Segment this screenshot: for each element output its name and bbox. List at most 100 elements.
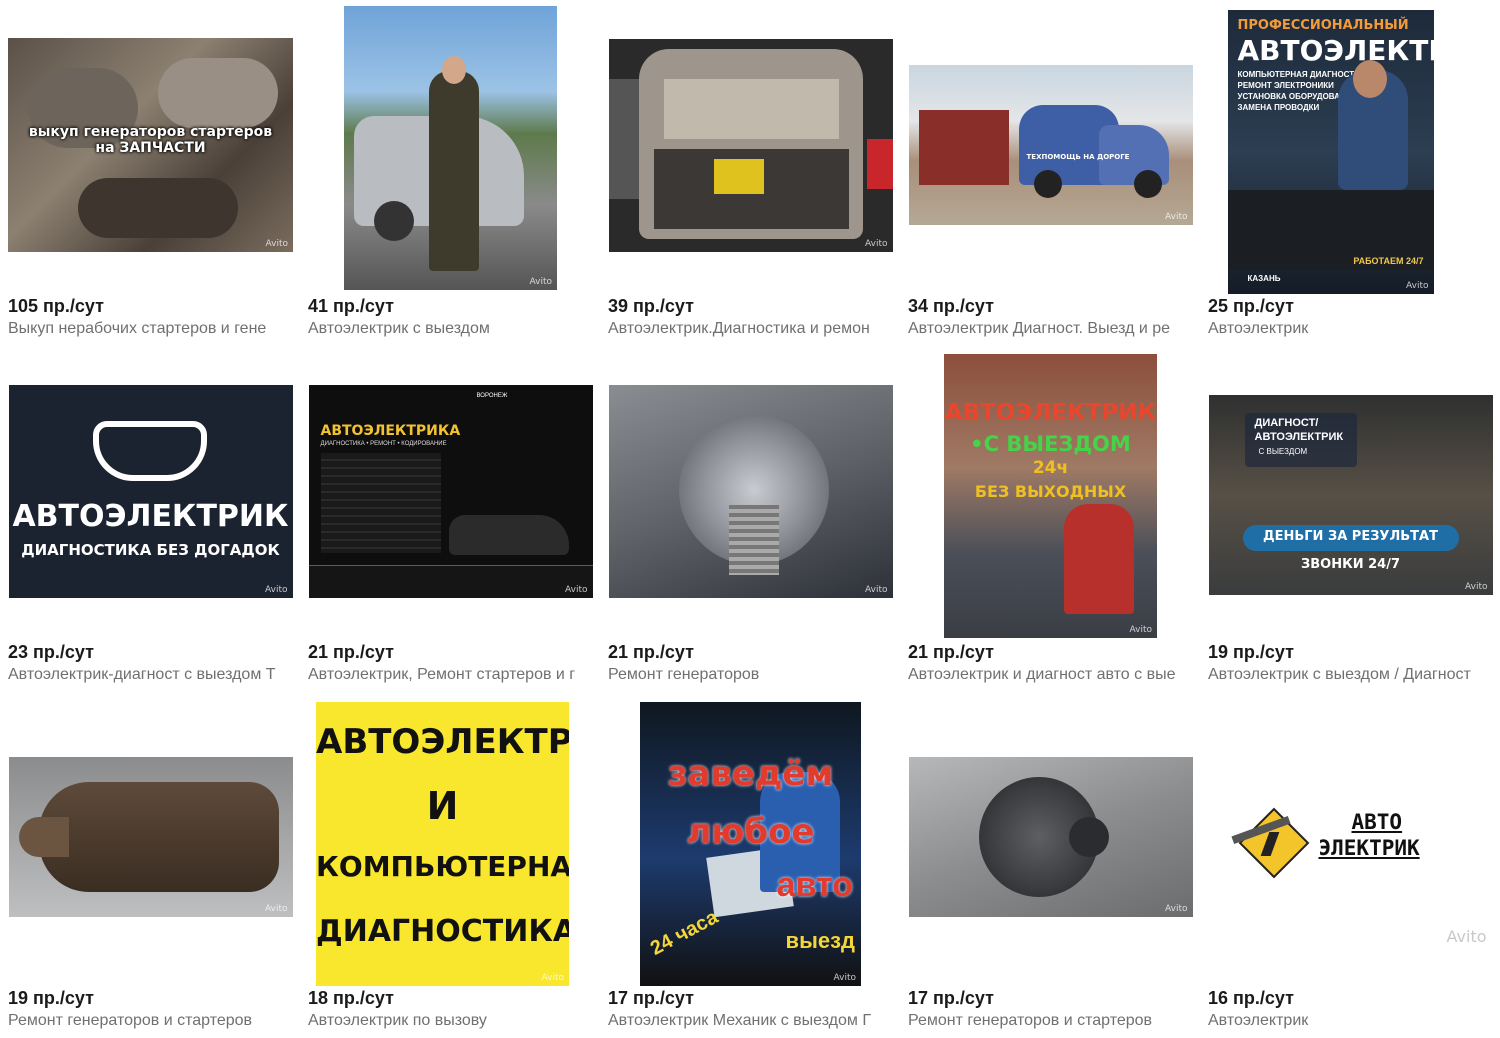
listing-card[interactable]: Avito 21 пр./сут Ремонт генераторов: [608, 346, 893, 692]
listing-card[interactable]: АВТОЭЛЕКТРИК •С ВЫЕЗДОМ 24ч БЕЗ ВЫХОДНЫХ…: [908, 346, 1193, 692]
views-per-day: 17 пр./сут: [608, 988, 694, 1008]
image-subline: 24ч: [1032, 458, 1069, 478]
image-line: АВТОЭЛЕКТРИК: [316, 722, 569, 762]
listing-title[interactable]: Выкуп нерабочих стартеров и гене: [8, 320, 293, 338]
listing-title[interactable]: Автоэлектрик, Ремонт стартеров и г: [308, 666, 593, 684]
listing-image[interactable]: Avito: [344, 6, 557, 290]
image-line: КАЗАНЬ: [1247, 274, 1281, 283]
avito-watermark: Avito: [265, 584, 288, 595]
image-line: выезд: [785, 928, 855, 953]
avito-watermark: Avito: [1446, 927, 1487, 946]
obd-connector-icon: [92, 420, 207, 481]
image-line: КОМПЬЮТЕРНАЯ: [316, 850, 569, 883]
avito-watermark: Avito: [1465, 581, 1488, 592]
views-per-day: 18 пр./сут: [308, 988, 394, 1008]
listing-card[interactable]: АВТОЭЛЕКТРИКА ДИАГНОСТИКА • РЕМОНТ • КОД…: [308, 346, 593, 692]
avito-watermark: Avito: [529, 277, 553, 287]
avito-watermark: Avito: [865, 584, 888, 595]
image-line: ЗАМЕНА ПРОВОДКИ: [1237, 103, 1320, 112]
listing-image[interactable]: ПРОФЕССИОНАЛЬНЫЙ АВТОЭЛЕКТРИК КОМПЬЮТЕРН…: [1227, 10, 1434, 294]
avito-watermark: Avito: [541, 973, 565, 983]
image-caption: выкуп генераторов стартеров на ЗАПЧАСТИ: [28, 124, 273, 156]
listing-card[interactable]: Avito 39 пр./сут Автоэлектрик.Диагностик…: [608, 0, 893, 346]
views-per-day: 19 пр./сут: [1208, 642, 1294, 662]
listing-image[interactable]: Avito: [908, 757, 1193, 917]
listing-card[interactable]: выкуп генераторов стартеров на ЗАПЧАСТИ …: [8, 0, 293, 346]
listing-card[interactable]: ДИАГНОСТ/ АВТОЭЛЕКТРИК С ВЫЕЗДОМ ДЕНЬГИ …: [1208, 346, 1493, 692]
listing-title[interactable]: Ремонт генераторов и стартеров: [8, 1012, 293, 1030]
views-per-day: 21 пр./сут: [608, 642, 694, 662]
listing-title[interactable]: Ремонт генераторов: [608, 666, 893, 684]
image-line: РАБОТАЕМ 24/7: [1353, 256, 1424, 266]
image-headline: АВТОЭЛЕКТРИК: [1254, 430, 1344, 443]
listing-card[interactable]: АВТО ЭЛЕКТРИК Avito 16 пр./сут Автоэлект…: [1208, 692, 1493, 1038]
listing-card[interactable]: АВТОЭЛЕКТРИК ДИАГНОСТИКА БЕЗ ДОГАДОК Avi…: [8, 346, 293, 692]
listing-title[interactable]: Автоэлектрик и диагност авто с вые: [908, 666, 1193, 684]
logo-text: АВТО: [1351, 810, 1403, 834]
views-per-day: 16 пр./сут: [1208, 988, 1294, 1008]
listing-image[interactable]: АВТОЭЛЕКТРИКА ДИАГНОСТИКА • РЕМОНТ • КОД…: [308, 384, 593, 598]
listing-image[interactable]: АВТОЭЛЕКТРИК ДИАГНОСТИКА БЕЗ ДОГАДОК Avi…: [8, 384, 293, 598]
image-subline: ДИАГНОСТИКА • РЕМОНТ • КОДИРОВАНИЕ: [320, 440, 447, 447]
listing-card[interactable]: Avito 41 пр./сут Автоэлектрик с выездом: [308, 0, 593, 346]
listing-card[interactable]: Avito 17 пр./сут Ремонт генераторов и ст…: [908, 692, 1193, 1038]
image-city: ВОРОНЕЖ: [476, 392, 508, 399]
views-per-day: 23 пр./сут: [8, 642, 94, 662]
avito-watermark: Avito: [1165, 212, 1188, 222]
listing-card[interactable]: заведём любое авто 24 часа выезд Avito 1…: [608, 692, 893, 1038]
listing-title[interactable]: Ремонт генераторов и стартеров: [908, 1012, 1193, 1030]
listing-image[interactable]: ТЕХПОМОЩЬ НА ДОРОГЕ Avito: [908, 65, 1193, 225]
listing-title[interactable]: Автоэлектрик: [1208, 320, 1493, 338]
listing-card[interactable]: АВТОЭЛЕКТРИК И КОМПЬЮТЕРНАЯ ДИАГНОСТИКА …: [308, 692, 593, 1038]
views-per-day: 21 пр./сут: [308, 642, 394, 662]
image-subline: •С ВЫЕЗДОМ: [970, 432, 1131, 456]
logo-text: ЭЛЕКТРИК: [1318, 836, 1420, 860]
avito-watermark: Avito: [265, 904, 288, 914]
views-per-day: 19 пр./сут: [8, 988, 94, 1008]
image-headline: АВТОЭЛЕКТРИК: [944, 400, 1157, 426]
views-per-day: 21 пр./сут: [908, 642, 994, 662]
image-headline: АВТОЭЛЕКТРИКА: [320, 422, 461, 439]
image-line: И: [426, 784, 459, 828]
image-headline: ПРОФЕССИОНАЛЬНЫЙ: [1237, 18, 1409, 33]
image-line: РЕМОНТ ЭЛЕКТРОНИКИ: [1237, 81, 1334, 90]
listing-title[interactable]: Автоэлектрик Механик с выездом Г: [608, 1012, 893, 1030]
listing-title[interactable]: Автоэлектрик с выездом: [308, 320, 593, 338]
views-per-day: 34 пр./сут: [908, 296, 994, 316]
image-headline: АВТОЭЛЕКТРИК: [1237, 34, 1434, 67]
listing-image[interactable]: Avito: [608, 38, 893, 252]
listing-title[interactable]: Автоэлектрик-диагност с выездом Т: [8, 666, 293, 684]
listing-image[interactable]: заведём любое авто 24 часа выезд Avito: [640, 702, 861, 986]
views-per-day: 25 пр./сут: [1208, 296, 1294, 316]
listing-title[interactable]: Автоэлектрик с выездом / Диагност: [1208, 666, 1493, 684]
avito-watermark: Avito: [1165, 904, 1188, 914]
image-caption: ТЕХПОМОЩЬ НА ДОРОГЕ: [1026, 153, 1130, 161]
listing-image[interactable]: ДИАГНОСТ/ АВТОЭЛЕКТРИК С ВЫЕЗДОМ ДЕНЬГИ …: [1208, 394, 1493, 595]
listing-image[interactable]: АВТО ЭЛЕКТРИК Avito: [1208, 702, 1493, 986]
wrench-bolt-logo-icon: [1230, 806, 1309, 879]
image-line: ДИАГНОСТИКА: [316, 914, 569, 949]
listing-image[interactable]: АВТОЭЛЕКТРИК •С ВЫЕЗДОМ 24ч БЕЗ ВЫХОДНЫХ…: [944, 354, 1157, 638]
image-line: 24 часа: [646, 906, 722, 960]
listing-title[interactable]: Автоэлектрик: [1208, 1012, 1493, 1030]
listing-card[interactable]: ТЕХПОМОЩЬ НА ДОРОГЕ Avito 34 пр./сут Авт…: [908, 0, 1193, 346]
views-per-day: 41 пр./сут: [308, 296, 394, 316]
listing-card[interactable]: ПРОФЕССИОНАЛЬНЫЙ АВТОЭЛЕКТРИК КОМПЬЮТЕРН…: [1208, 0, 1493, 346]
listing-image[interactable]: АВТОЭЛЕКТРИК И КОМПЬЮТЕРНАЯ ДИАГНОСТИКА …: [316, 702, 569, 986]
listing-title[interactable]: Автоэлектрик по вызову: [308, 1012, 593, 1030]
image-subline: БЕЗ ВЫХОДНЫХ: [974, 482, 1127, 501]
image-line: авто: [776, 866, 853, 904]
image-banner-text: ЗВОНКИ 24/7: [1301, 556, 1400, 572]
avito-watermark: Avito: [265, 239, 289, 249]
avito-watermark: Avito: [1406, 281, 1429, 291]
listing-image[interactable]: Avito: [608, 384, 893, 598]
views-per-day: 17 пр./сут: [908, 988, 994, 1008]
listing-image[interactable]: выкуп генераторов стартеров на ЗАПЧАСТИ …: [8, 38, 293, 252]
avito-watermark: Avito: [565, 584, 588, 595]
image-subline: С ВЫЕЗДОМ: [1258, 446, 1308, 456]
listing-image[interactable]: Avito: [8, 757, 293, 917]
listing-card[interactable]: Avito 19 пр./сут Ремонт генераторов и ст…: [8, 692, 293, 1038]
image-headline: ДИАГНОСТ/: [1254, 416, 1319, 429]
listing-title[interactable]: Автоэлектрик.Диагностика и ремон: [608, 320, 893, 338]
listing-title[interactable]: Автоэлектрик Диагност. Выезд и ре: [908, 320, 1193, 338]
